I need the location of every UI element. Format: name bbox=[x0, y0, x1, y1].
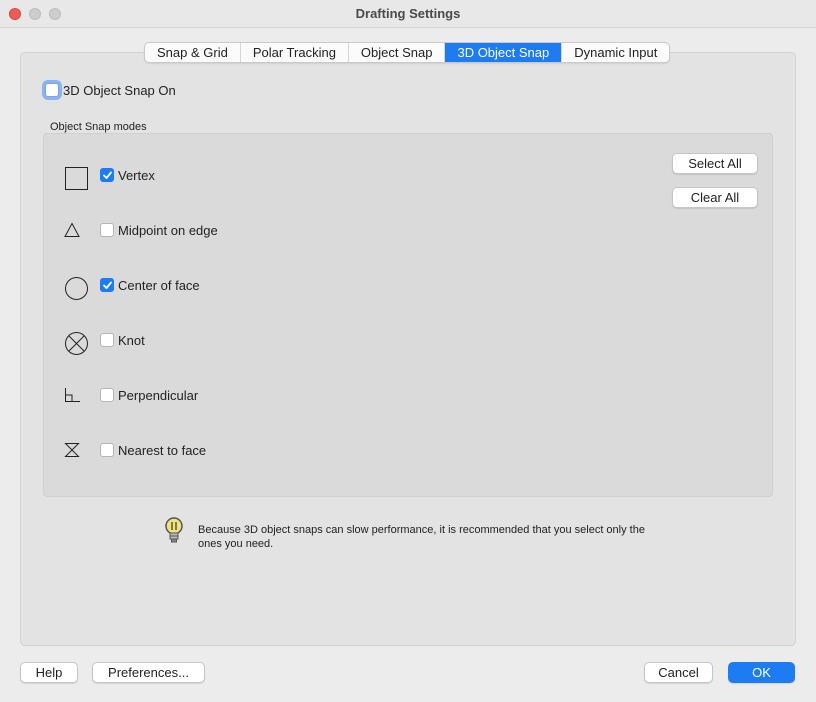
midpoint-triangle-icon bbox=[64, 222, 80, 237]
help-button[interactable]: Help bbox=[20, 662, 78, 683]
clear-all-button[interactable]: Clear All bbox=[672, 187, 758, 208]
tab-bar: Snap & Grid Polar Tracking Object Snap 3… bbox=[144, 42, 671, 63]
ok-button[interactable]: OK bbox=[728, 662, 795, 683]
group-title: Object Snap modes bbox=[50, 121, 147, 133]
vertex-label[interactable]: Vertex bbox=[118, 168, 155, 183]
perpendicular-checkbox[interactable] bbox=[100, 388, 114, 402]
nearest-hourglass-icon bbox=[64, 443, 80, 457]
tab-dynamic-input[interactable]: Dynamic Input bbox=[562, 43, 669, 62]
knot-label[interactable]: Knot bbox=[118, 333, 145, 348]
knot-circle-x-icon bbox=[65, 332, 88, 355]
tab-object-snap[interactable]: Object Snap bbox=[349, 43, 446, 62]
window-title: Drafting Settings bbox=[355, 6, 461, 21]
performance-note: Because 3D object snaps can slow perform… bbox=[198, 524, 645, 550]
vertex-square-icon bbox=[65, 167, 88, 190]
select-all-button[interactable]: Select All bbox=[672, 153, 758, 174]
center-circle-icon bbox=[65, 277, 88, 300]
nearest-face-label[interactable]: Nearest to face bbox=[118, 443, 206, 458]
nearest-face-checkbox[interactable] bbox=[100, 443, 114, 457]
vertex-checkbox[interactable] bbox=[100, 168, 114, 182]
center-face-label[interactable]: Center of face bbox=[118, 278, 200, 293]
lightbulb-icon bbox=[165, 517, 183, 543]
snap-on-label[interactable]: 3D Object Snap On bbox=[63, 83, 176, 98]
cancel-button[interactable]: Cancel bbox=[644, 662, 713, 683]
preferences-button[interactable]: Preferences... bbox=[92, 662, 205, 683]
perpendicular-icon bbox=[65, 388, 80, 402]
midpoint-label[interactable]: Midpoint on edge bbox=[118, 223, 218, 238]
midpoint-checkbox[interactable] bbox=[100, 223, 114, 237]
tab-3d-object-snap[interactable]: 3D Object Snap bbox=[445, 43, 563, 62]
perpendicular-label[interactable]: Perpendicular bbox=[118, 388, 198, 403]
snap-on-checkbox[interactable] bbox=[45, 83, 59, 97]
knot-checkbox[interactable] bbox=[100, 333, 114, 347]
center-face-checkbox[interactable] bbox=[100, 278, 114, 292]
tab-snap-grid[interactable]: Snap & Grid bbox=[145, 43, 241, 62]
tab-polar-tracking[interactable]: Polar Tracking bbox=[241, 43, 349, 62]
title-bar: Drafting Settings bbox=[0, 0, 816, 28]
